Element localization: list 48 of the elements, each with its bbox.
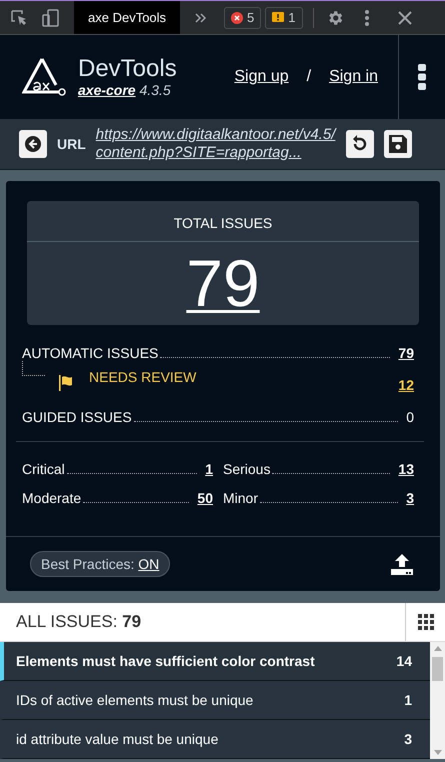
impact-count[interactable]: 13 <box>398 461 414 477</box>
save-button[interactable] <box>384 130 412 158</box>
refresh-icon <box>350 135 369 153</box>
impact-count[interactable]: 50 <box>197 490 213 506</box>
export-icon[interactable] <box>391 553 413 575</box>
version-text: axe-core 4.3.5 <box>78 82 172 98</box>
impact-label: Critical <box>22 461 65 477</box>
issue-count: 3 <box>404 731 412 747</box>
impact-label: Serious <box>223 461 270 477</box>
issue-title: IDs of active elements must be unique <box>16 692 254 708</box>
issue-row[interactable]: id attribute value must be unique 3 <box>0 720 430 759</box>
needs-review-count[interactable]: 12 <box>398 377 414 393</box>
issue-title: id attribute value must be unique <box>16 731 220 747</box>
save-icon <box>388 134 408 154</box>
scrollbar-thumb[interactable] <box>432 657 443 681</box>
all-issues-heading: ALL ISSUES: 79 <box>15 612 142 632</box>
issue-row[interactable]: Elements must have sufficient color contrast 14 <box>0 642 430 681</box>
devtools-tab[interactable]: axe DevTools <box>74 1 180 34</box>
warnings-badge[interactable]: 1 <box>265 6 303 28</box>
issue-count: 1 <box>404 692 412 708</box>
separator-text: / <box>306 68 312 86</box>
url-label: URL <box>57 136 86 152</box>
scrollbar[interactable] <box>430 642 445 759</box>
back-button[interactable] <box>19 130 47 158</box>
rescan-button[interactable] <box>346 130 374 158</box>
axe-core-link[interactable]: axe-core <box>78 82 136 98</box>
issue-count: 14 <box>396 653 412 669</box>
url-link[interactable]: https://www.digitaalkantoor.net/v4.5/content.php?SITE=rapportag... <box>96 126 336 162</box>
total-issues-count[interactable]: 79 <box>186 242 260 324</box>
impact-label: Moderate <box>22 490 82 506</box>
automatic-issues-count[interactable]: 79 <box>398 345 414 361</box>
grid-icon <box>418 614 434 630</box>
guided-issues-label: GUIDED ISSUES <box>22 409 132 425</box>
guided-issues-count: 0 <box>406 409 414 425</box>
sign-up-link[interactable]: Sign up <box>234 68 289 86</box>
impact-count[interactable]: 3 <box>406 490 414 506</box>
automatic-issues-label: AUTOMATIC ISSUES <box>22 345 158 361</box>
impact-count[interactable]: 1 <box>205 461 213 477</box>
needs-review-label: NEEDS REVIEW <box>89 369 196 385</box>
errors-badge[interactable]: 5 <box>224 6 262 28</box>
axe-logo-icon <box>22 56 66 98</box>
app-title: DevTools <box>78 56 177 82</box>
total-issues-label: TOTAL ISSUES <box>174 214 272 233</box>
best-practices-toggle[interactable]: Best Practices: ON <box>30 551 170 577</box>
issue-row[interactable]: IDs of active elements must be unique 1 <box>0 681 430 720</box>
issue-title: Elements must have sufficient color contrast <box>16 653 316 669</box>
sign-in-link[interactable]: Sign in <box>329 68 378 86</box>
impact-label: Minor <box>223 490 258 506</box>
